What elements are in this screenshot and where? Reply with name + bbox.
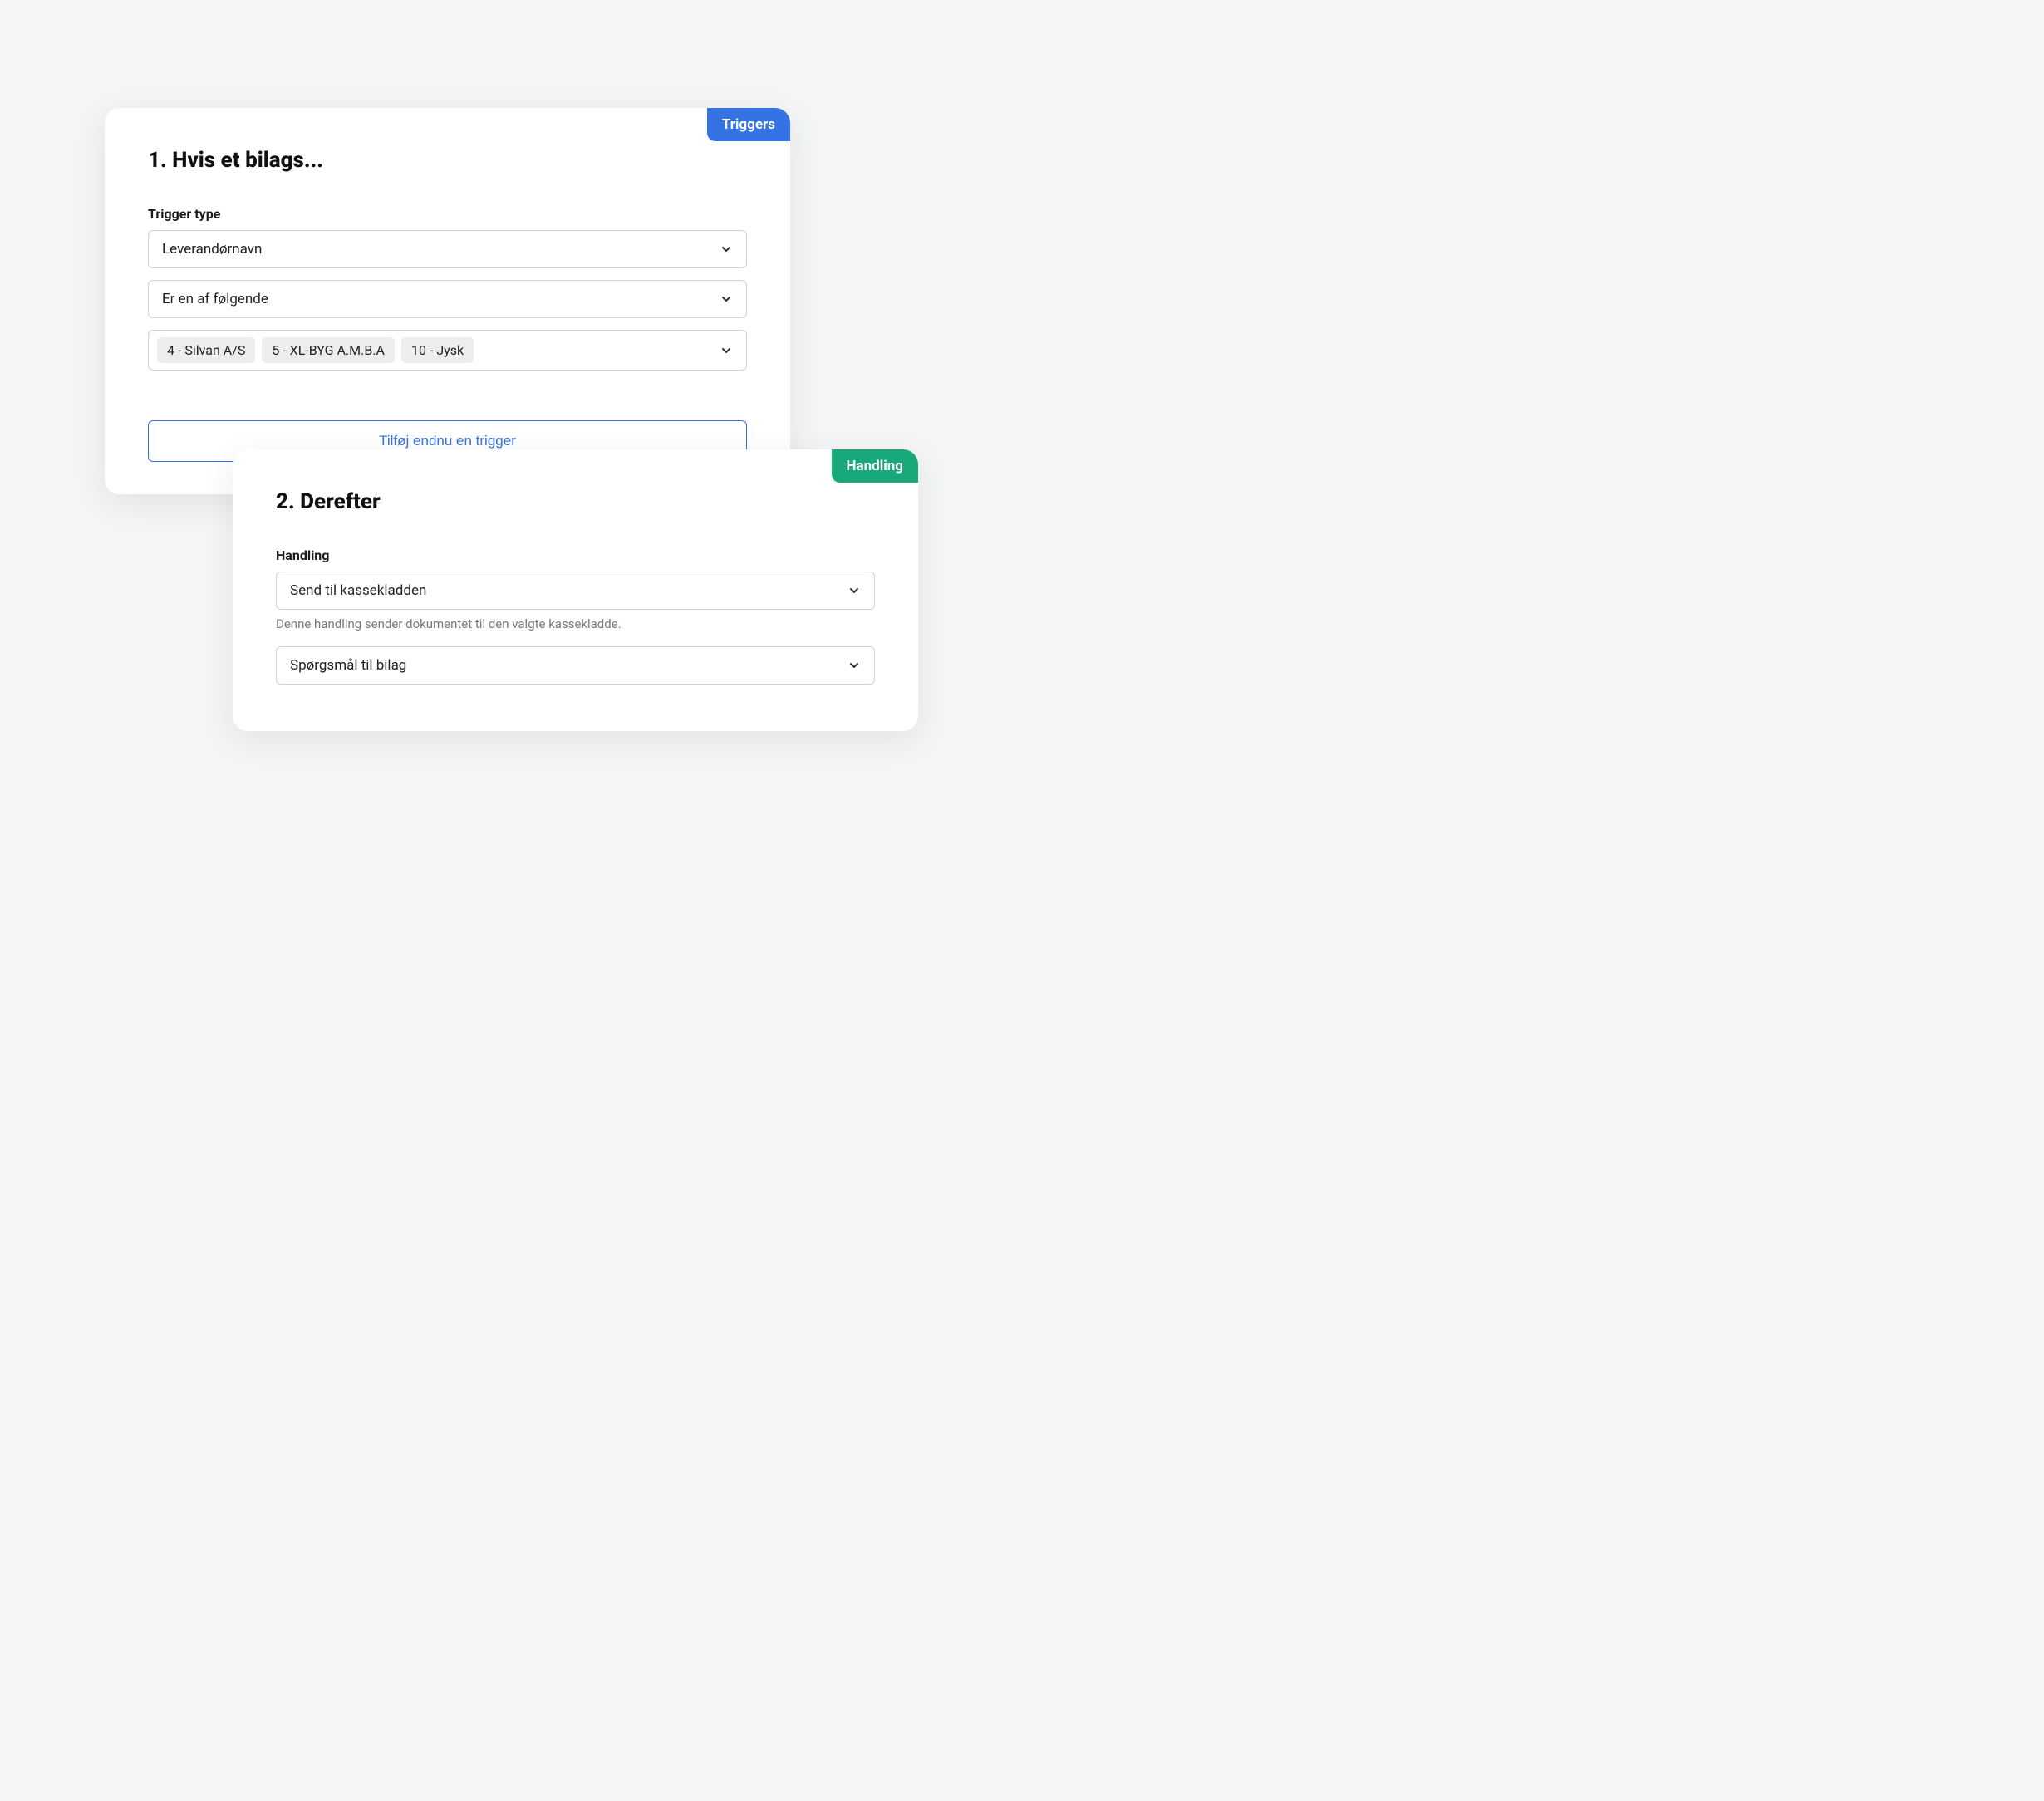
triggers-tag: Triggers — [707, 108, 790, 141]
handling-target-value: Spørgsmål til bilag — [290, 657, 848, 674]
handling-help-text: Denne handling sender dokumentet til den… — [276, 616, 875, 631]
chevron-down-icon — [720, 344, 733, 357]
trigger-type-select[interactable]: Leverandørnavn — [148, 230, 747, 268]
triggers-title: 1. Hvis et bilags... — [148, 148, 747, 173]
chevron-down-icon — [848, 584, 861, 597]
supplier-chip[interactable]: 10 - Jysk — [401, 337, 474, 363]
handling-action-select[interactable]: Send til kassekladden — [276, 572, 875, 610]
supplier-chip[interactable]: 5 - XL-BYG A.M.B.A — [262, 337, 395, 363]
chevron-down-icon — [848, 659, 861, 672]
handling-card: Handling 2. Derefter Handling Send til k… — [233, 449, 918, 731]
condition-value: Er en af følgende — [162, 291, 720, 307]
trigger-type-label: Trigger type — [148, 206, 747, 222]
trigger-type-value: Leverandørnavn — [162, 241, 720, 258]
handling-title: 2. Derefter — [276, 489, 875, 514]
handling-target-select[interactable]: Spørgsmål til bilag — [276, 646, 875, 685]
chevron-down-icon — [720, 243, 733, 256]
handling-action-value: Send til kassekladden — [290, 582, 848, 599]
handling-tag: Handling — [832, 449, 918, 483]
chevron-down-icon — [720, 292, 733, 306]
condition-select[interactable]: Er en af følgende — [148, 280, 747, 318]
supplier-multiselect[interactable]: 4 - Silvan A/S 5 - XL-BYG A.M.B.A 10 - J… — [148, 330, 747, 371]
triggers-card: Triggers 1. Hvis et bilags... Trigger ty… — [105, 108, 790, 494]
supplier-chip[interactable]: 4 - Silvan A/S — [157, 337, 255, 363]
handling-label: Handling — [276, 547, 875, 563]
